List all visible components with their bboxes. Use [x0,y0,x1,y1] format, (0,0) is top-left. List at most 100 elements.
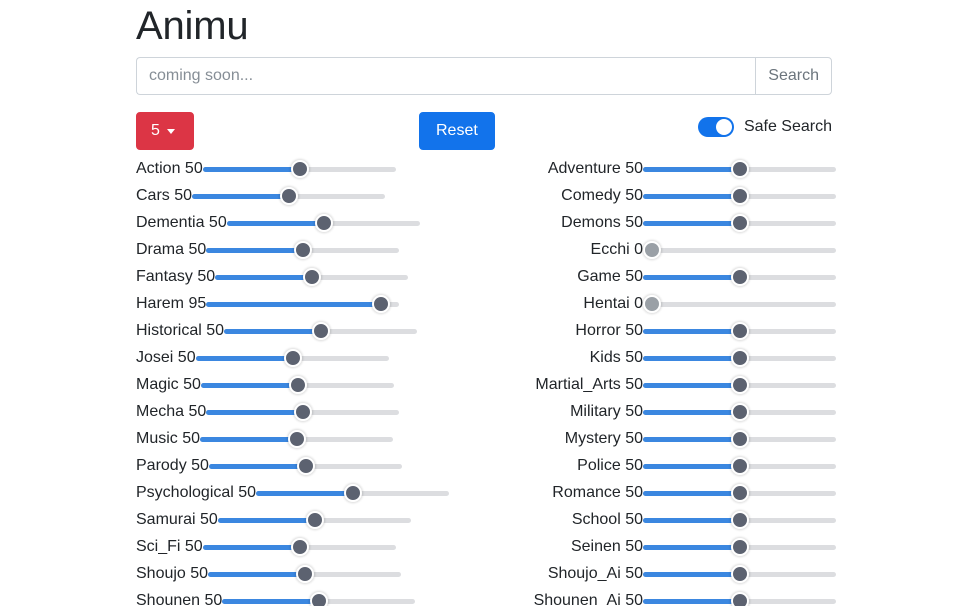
slider-thumb[interactable] [305,510,324,529]
slider-game[interactable] [643,267,836,287]
slider-thumb[interactable] [314,213,333,232]
slider-thumb[interactable] [731,402,749,421]
slider-parody[interactable] [208,456,402,476]
slider-row: Mecha 50 [136,398,486,425]
slider-fantasy[interactable] [215,267,409,287]
slider-thumb[interactable] [731,267,749,286]
slider-fill [208,463,306,469]
slider-label: Harem 95 [136,294,207,312]
slider-fill [217,517,315,523]
slider-shoujo[interactable] [208,564,402,584]
slider-row: School 50 [486,506,836,533]
slider-thumb[interactable] [294,240,313,259]
slider-adventure[interactable] [643,159,836,179]
slider-label: School 50 [571,510,643,528]
slider-shoujo_ai[interactable] [643,564,836,584]
slider-thumb[interactable] [643,240,661,259]
slider-comedy[interactable] [643,186,836,206]
slider-thumb[interactable] [731,537,749,556]
slider-ecchi[interactable] [643,240,836,260]
slider-thumb[interactable] [372,294,391,313]
search-button[interactable]: Search [755,57,832,95]
slider-school[interactable] [643,510,836,530]
slider-demons[interactable] [643,213,836,233]
slider-thumb[interactable] [344,483,363,502]
slider-military[interactable] [643,402,836,422]
slider-historical[interactable] [224,321,418,341]
slider-track[interactable] [643,247,836,253]
page-size-dropdown[interactable]: 5 [136,112,194,150]
slider-drama[interactable] [206,240,400,260]
slider-dementia[interactable] [226,213,420,233]
slider-cars[interactable] [192,186,386,206]
slider-label: Cars 50 [136,186,193,204]
slider-track[interactable] [643,301,836,307]
slider-thumb[interactable] [310,591,329,606]
slider-martial_arts[interactable] [643,375,836,395]
slider-harem[interactable] [206,294,400,314]
slider-thumb[interactable] [731,213,749,232]
slider-row: Ecchi 0 [486,236,836,263]
slider-fill [256,490,354,496]
slider-row: Fantasy 50 [136,263,486,290]
slider-seinen[interactable] [643,537,836,557]
slider-thumb[interactable] [312,321,331,340]
safe-search-toggle[interactable] [697,117,734,137]
slider-label: Romance 50 [552,483,643,501]
slider-label: Comedy 50 [561,186,643,204]
slider-magic[interactable] [200,375,394,395]
slider-thumb[interactable] [290,537,309,556]
slider-josei[interactable] [195,348,389,368]
slider-mecha[interactable] [206,402,400,422]
slider-thumb[interactable] [731,564,749,583]
slider-psychological[interactable] [256,483,450,503]
slider-thumb[interactable] [731,321,749,340]
slider-thumb[interactable] [303,267,322,286]
slider-hentai[interactable] [643,294,836,314]
slider-romance[interactable] [643,483,836,503]
slider-row: Shoujo_Ai 50 [486,560,836,587]
slider-label: Dementia 50 [136,213,227,231]
slider-samurai[interactable] [217,510,411,530]
slider-label: Game 50 [577,267,643,285]
slider-thumb[interactable] [296,564,315,583]
slider-thumb[interactable] [731,483,749,502]
slider-thumb[interactable] [731,510,749,529]
slider-row: Samurai 50 [136,506,486,533]
slider-label: Shoujo_Ai 50 [547,564,643,582]
slider-row: Police 50 [486,452,836,479]
slider-sci_fi[interactable] [202,537,396,557]
slider-thumb[interactable] [731,375,749,394]
slider-row: Cars 50 [136,182,486,209]
slider-thumb[interactable] [288,375,307,394]
slider-label: Mecha 50 [136,402,207,420]
slider-thumb[interactable] [283,348,302,367]
slider-kids[interactable] [643,348,836,368]
slider-thumb[interactable] [731,348,749,367]
search-input[interactable] [136,57,756,95]
slider-thumb[interactable] [290,159,309,178]
slider-action[interactable] [202,159,396,179]
slider-thumb[interactable] [296,456,315,475]
slider-thumb[interactable] [288,429,307,448]
page-size-value: 5 [151,122,160,139]
slider-horror[interactable] [643,321,836,341]
slider-thumb[interactable] [731,186,749,205]
slider-thumb[interactable] [280,186,299,205]
slider-thumb[interactable] [643,294,661,313]
slider-row: Hentai 0 [486,290,836,317]
slider-thumb[interactable] [294,402,313,421]
slider-police[interactable] [643,456,836,476]
reset-button[interactable]: Reset [419,112,495,150]
slider-mystery[interactable] [643,429,836,449]
slider-thumb[interactable] [731,159,749,178]
slider-thumb[interactable] [731,456,749,475]
slider-music[interactable] [200,429,394,449]
slider-shounen[interactable] [222,591,416,606]
slider-thumb[interactable] [731,429,749,448]
slider-row: Kids 50 [486,344,836,371]
slider-fill [643,436,740,442]
slider-shounen_ai[interactable] [643,591,836,606]
slider-fill [200,382,298,388]
slider-thumb[interactable] [731,591,749,606]
